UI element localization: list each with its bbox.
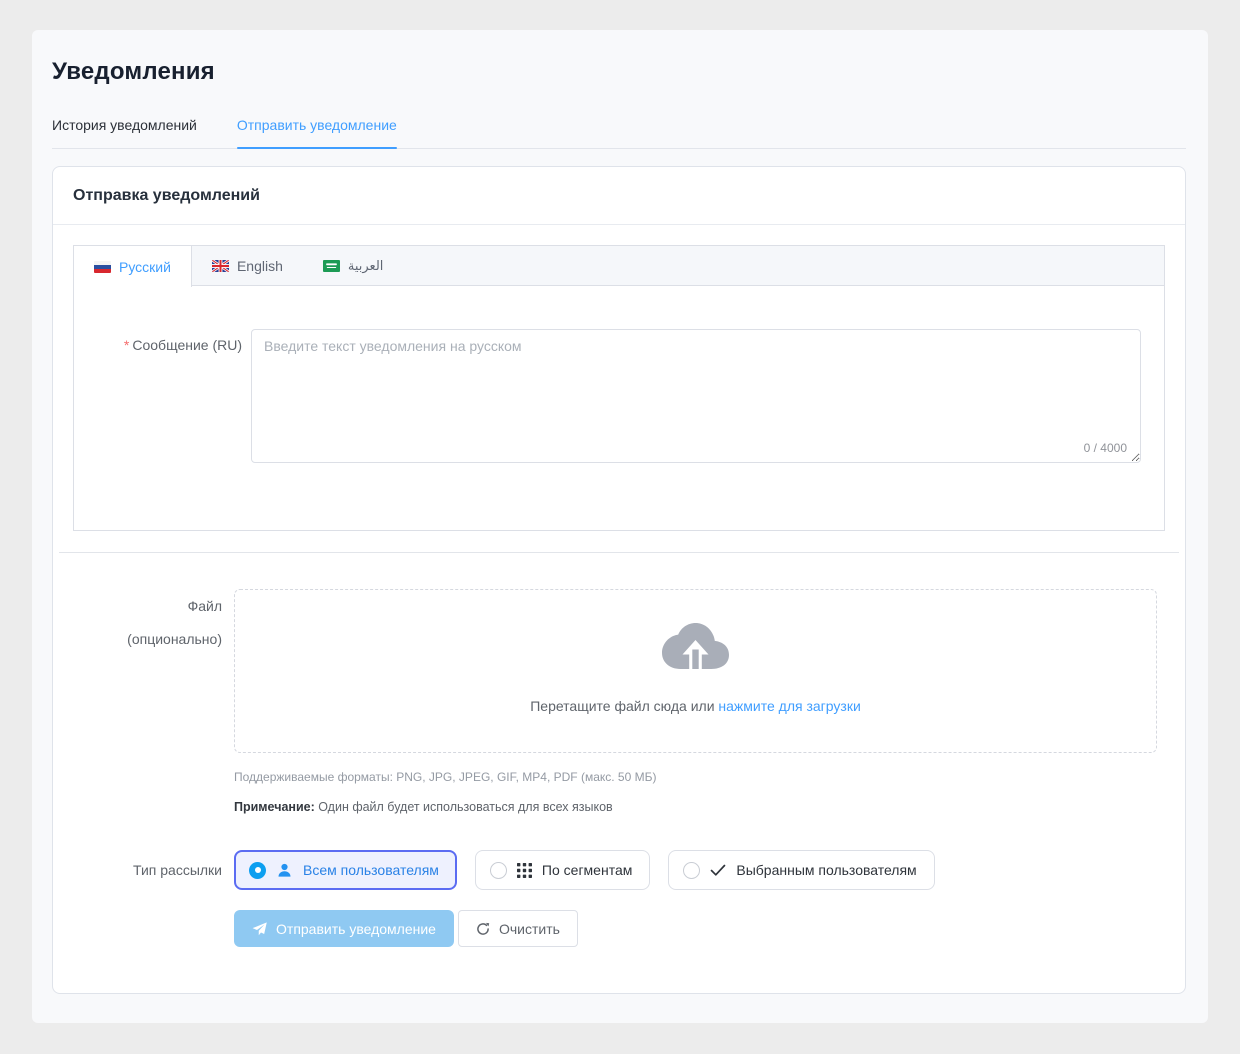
broadcast-type-label: Тип рассылки bbox=[73, 862, 222, 878]
supported-formats-hint: Поддерживаемые форматы: PNG, JPG, JPEG, … bbox=[234, 770, 1165, 784]
language-tabs: Русский bbox=[73, 245, 1165, 531]
main-tab-bar: История уведомлений Отправить уведомлени… bbox=[52, 117, 1186, 149]
paper-plane-icon bbox=[252, 922, 267, 936]
option-by-segments[interactable]: По сегментам bbox=[475, 850, 650, 890]
file-upload-row: Файл (опционально) Перетащите файл сюда … bbox=[73, 589, 1165, 753]
option-label: По сегментам bbox=[542, 862, 632, 878]
radio-selected-icon bbox=[249, 862, 266, 879]
lang-tab-label: العربية bbox=[348, 258, 384, 274]
option-label: Всем пользователям bbox=[303, 862, 439, 878]
lang-tab-russian[interactable]: Русский bbox=[74, 246, 192, 287]
broadcast-type-row: Тип рассылки Всем пользователям bbox=[73, 850, 1165, 890]
file-dropzone[interactable]: Перетащите файл сюда или нажмите для заг… bbox=[234, 589, 1157, 753]
message-label: *Сообщение (RU) bbox=[74, 329, 242, 353]
section-divider bbox=[59, 552, 1179, 553]
message-textarea[interactable] bbox=[251, 329, 1141, 463]
send-notification-card: Отправка уведомлений Русский bbox=[52, 166, 1186, 994]
tab-notification-history[interactable]: История уведомлений bbox=[52, 117, 197, 148]
option-selected-users[interactable]: Выбранным пользователям bbox=[668, 850, 934, 890]
file-label: Файл (опционально) bbox=[73, 589, 222, 649]
refresh-icon bbox=[476, 922, 490, 936]
upload-hints: Поддерживаемые форматы: PNG, JPG, JPEG, … bbox=[234, 770, 1165, 814]
option-all-users[interactable]: Всем пользователям bbox=[234, 850, 457, 890]
radio-unselected-icon bbox=[490, 862, 507, 879]
clear-button-label: Очистить bbox=[499, 921, 560, 937]
card-title: Отправка уведомлений bbox=[73, 187, 260, 204]
page-title: Уведомления bbox=[52, 58, 1186, 86]
russia-flag-icon bbox=[94, 261, 111, 273]
notifications-page: Уведомления История уведомлений Отправит… bbox=[32, 30, 1208, 1023]
tab-send-notification[interactable]: Отправить уведомление bbox=[237, 117, 397, 148]
russian-message-pane: *Сообщение (RU) 0 / 4000 bbox=[74, 286, 1164, 530]
radio-unselected-icon bbox=[683, 862, 700, 879]
user-icon bbox=[276, 862, 293, 879]
dropzone-text: Перетащите файл сюда или нажмите для заг… bbox=[530, 698, 861, 714]
upload-cloud-icon bbox=[662, 623, 729, 672]
required-asterisk: * bbox=[124, 337, 129, 353]
lang-tab-label: English bbox=[237, 258, 283, 274]
language-tab-bar: Русский bbox=[74, 246, 1164, 286]
card-header: Отправка уведомлений bbox=[53, 167, 1185, 225]
card-body: Русский bbox=[53, 225, 1185, 993]
message-textarea-wrap: 0 / 4000 bbox=[251, 329, 1141, 463]
lang-tab-label: Русский bbox=[119, 259, 171, 275]
send-notification-button[interactable]: Отправить уведомление bbox=[234, 910, 454, 947]
lang-tab-english[interactable]: English bbox=[192, 246, 303, 285]
broadcast-type-options: Всем пользователям bbox=[234, 850, 935, 890]
upload-link[interactable]: нажмите для загрузки bbox=[718, 698, 860, 714]
send-button-label: Отправить уведомление bbox=[276, 921, 436, 937]
grid-icon bbox=[517, 863, 532, 878]
file-note-label: Примечание: bbox=[234, 800, 315, 814]
united-kingdom-flag-icon bbox=[212, 260, 229, 272]
lang-tab-arabic[interactable]: العربية bbox=[303, 246, 404, 285]
file-note: Примечание: Один файл будет использовать… bbox=[234, 800, 1165, 814]
check-icon bbox=[710, 864, 726, 877]
option-label: Выбранным пользователям bbox=[736, 862, 916, 878]
clear-button[interactable]: Очистить bbox=[458, 910, 578, 947]
saudi-arabia-flag-icon bbox=[323, 260, 340, 272]
actions-row: Отправить уведомление Очистить bbox=[234, 910, 1165, 947]
